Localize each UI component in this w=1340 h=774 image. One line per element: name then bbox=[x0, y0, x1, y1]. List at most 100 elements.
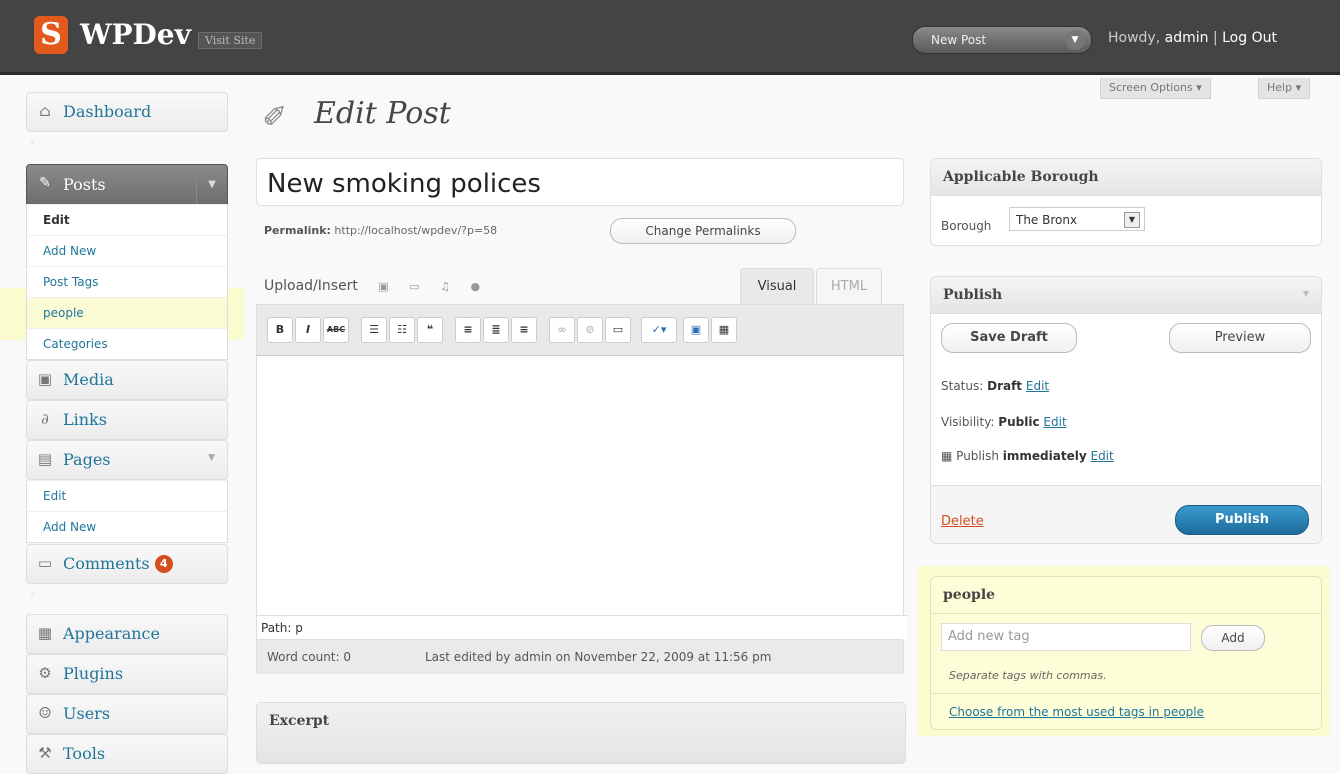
people-box-title: people bbox=[943, 587, 996, 603]
people-box: people Add new tag Add Separate tags wit… bbox=[930, 576, 1322, 730]
word-count: Word count: 0 bbox=[267, 650, 352, 664]
chevron-down-icon[interactable]: ▼ bbox=[196, 165, 227, 205]
save-draft-button[interactable]: Save Draft bbox=[941, 323, 1077, 353]
menu-links-label: Links bbox=[63, 410, 107, 429]
pin-icon: ✎ bbox=[39, 175, 51, 191]
menu-dashboard[interactable]: ⌂ Dashboard bbox=[26, 92, 228, 132]
submenu-posts-people[interactable]: people bbox=[27, 297, 227, 328]
pages-submenu: Edit Add New bbox=[26, 480, 228, 543]
username-link[interactable]: admin bbox=[1165, 30, 1209, 46]
menu-links[interactable]: ∂ Links bbox=[26, 400, 228, 440]
kitchen-sink-icon[interactable]: ▦ bbox=[711, 317, 737, 343]
pushpin-icon: ✐ bbox=[262, 100, 288, 135]
publish-button[interactable]: Publish bbox=[1175, 505, 1309, 535]
howdy-text: Howdy, bbox=[1108, 30, 1161, 46]
menu-appearance[interactable]: ▦ Appearance bbox=[26, 614, 228, 654]
add-video-icon[interactable]: ▭ bbox=[409, 280, 419, 293]
new-post-button[interactable]: New Post ▼ bbox=[912, 26, 1092, 54]
logout-link[interactable]: Log Out bbox=[1222, 30, 1277, 46]
spellcheck-icon[interactable]: ✓▾ bbox=[641, 317, 677, 343]
pages-icon: ▤ bbox=[37, 450, 53, 468]
menu-plugins[interactable]: ⚙ Plugins bbox=[26, 654, 228, 694]
comments-count-badge: 4 bbox=[154, 555, 173, 573]
tab-visual[interactable]: Visual bbox=[740, 268, 814, 305]
preview-button[interactable]: Preview bbox=[1169, 323, 1311, 353]
menu-tools-label: Tools bbox=[63, 744, 106, 763]
link-icon[interactable]: ∞ bbox=[549, 317, 575, 343]
menu-media-label: Media bbox=[63, 370, 114, 389]
link-icon: ∂ bbox=[41, 410, 49, 428]
most-used-tags-link[interactable]: Choose from the most used tags in people bbox=[949, 705, 1204, 719]
add-audio-icon[interactable]: ♫ bbox=[440, 280, 450, 293]
divider bbox=[931, 693, 1321, 694]
edit-status-link[interactable]: Edit bbox=[1026, 379, 1049, 393]
site-logo-icon: S bbox=[34, 16, 68, 54]
submenu-pages-add-new[interactable]: Add New bbox=[27, 511, 227, 542]
publish-box-title: Publish bbox=[931, 277, 1321, 314]
menu-users-label: Users bbox=[63, 704, 111, 723]
tag-input[interactable]: Add new tag bbox=[941, 623, 1191, 651]
page-title: Edit Post bbox=[314, 96, 451, 131]
upload-insert-row: Upload/Insert ▣ ▭ ♫ ● bbox=[264, 278, 480, 294]
submenu-pages-edit[interactable]: Edit bbox=[27, 480, 227, 511]
borough-label: Borough bbox=[941, 219, 992, 233]
menu-posts-label: Posts bbox=[63, 175, 106, 194]
add-tag-button[interactable]: Add bbox=[1201, 625, 1265, 651]
chevron-down-icon[interactable]: ▼ bbox=[1065, 30, 1085, 50]
more-tag-icon[interactable]: ▭ bbox=[605, 317, 631, 343]
align-left-icon[interactable]: ≡ bbox=[455, 317, 481, 343]
media-icon: ▣ bbox=[37, 370, 53, 388]
help-button[interactable]: Help ▾ bbox=[1258, 78, 1311, 99]
bullet-list-icon[interactable]: ☰ bbox=[361, 317, 387, 343]
align-right-icon[interactable]: ≡ bbox=[511, 317, 537, 343]
delete-link[interactable]: Delete bbox=[941, 514, 984, 529]
chevron-down-icon[interactable]: ▼ bbox=[1303, 289, 1309, 298]
word-count-bar: Word count: 0 Last edited by admin on No… bbox=[257, 639, 903, 674]
visit-site-button[interactable]: Visit Site bbox=[198, 32, 263, 49]
menu-separator: ◦ bbox=[30, 138, 36, 149]
submenu-posts-categories[interactable]: Categories bbox=[27, 328, 227, 359]
submenu-posts-add-new[interactable]: Add New bbox=[27, 235, 227, 266]
align-center-icon[interactable]: ≣ bbox=[483, 317, 509, 343]
screen-options-button[interactable]: Screen Options ▾ bbox=[1100, 78, 1211, 99]
add-image-icon[interactable]: ▣ bbox=[378, 280, 388, 293]
excerpt-title: Excerpt bbox=[269, 713, 330, 729]
chevron-down-icon[interactable]: ▼ bbox=[208, 453, 215, 463]
borough-select-value: The Bronx bbox=[1016, 213, 1078, 227]
change-permalinks-button[interactable]: Change Permalinks bbox=[610, 218, 796, 244]
edit-schedule-link[interactable]: Edit bbox=[1090, 449, 1113, 463]
menu-dashboard-label: Dashboard bbox=[63, 102, 152, 121]
post-editor[interactable]: B I ABC ☰ ☷ ❝ ≡ ≣ ≡ ∞ ⊘ ▭ ✓▾ ▣ ▦ Path: p… bbox=[256, 304, 907, 674]
add-media-icon[interactable]: ● bbox=[470, 280, 480, 293]
borough-select[interactable]: The Bronx ▼ bbox=[1009, 207, 1145, 231]
italic-icon[interactable]: I bbox=[295, 317, 321, 343]
menu-tools[interactable]: ⚒ Tools bbox=[26, 734, 228, 774]
bold-icon[interactable]: B bbox=[267, 317, 293, 343]
chevron-down-icon[interactable]: ▼ bbox=[1124, 212, 1140, 228]
users-icon: ☺ bbox=[38, 704, 52, 722]
divider bbox=[931, 613, 1321, 614]
strikethrough-icon[interactable]: ABC bbox=[323, 317, 349, 343]
menu-users[interactable]: ☺ Users bbox=[26, 694, 228, 734]
numbered-list-icon[interactable]: ☷ bbox=[389, 317, 415, 343]
menu-media[interactable]: ▣ Media bbox=[26, 360, 228, 400]
blockquote-icon[interactable]: ❝ bbox=[417, 317, 443, 343]
visibility-label: Visibility: bbox=[941, 415, 995, 429]
menu-pages[interactable]: ▤ Pages ▼ bbox=[26, 440, 228, 480]
menu-posts[interactable]: ✎ Posts ▼ bbox=[26, 164, 228, 206]
unlink-icon[interactable]: ⊘ bbox=[577, 317, 603, 343]
menu-separator: ◦ bbox=[30, 590, 36, 601]
publish-label: Publish bbox=[956, 449, 999, 463]
editor-toolbar: B I ABC ☰ ☷ ❝ ≡ ≣ ≡ ∞ ⊘ ▭ ✓▾ ▣ ▦ bbox=[257, 305, 903, 356]
posts-submenu: Edit Add New Post Tags people Categories bbox=[26, 204, 228, 360]
edit-visibility-link[interactable]: Edit bbox=[1043, 415, 1066, 429]
fullscreen-icon[interactable]: ▣ bbox=[683, 317, 709, 343]
submenu-posts-tags[interactable]: Post Tags bbox=[27, 266, 227, 297]
tab-html[interactable]: HTML bbox=[816, 268, 882, 305]
menu-comments[interactable]: ▭ Comments 4 bbox=[26, 544, 228, 584]
excerpt-box: Excerpt bbox=[256, 702, 906, 764]
tools-icon: ⚒ bbox=[38, 744, 52, 762]
menu-comments-label: Comments 4 bbox=[63, 554, 173, 573]
submenu-posts-edit[interactable]: Edit bbox=[27, 204, 227, 235]
post-title-input[interactable]: New smoking polices bbox=[256, 158, 904, 206]
